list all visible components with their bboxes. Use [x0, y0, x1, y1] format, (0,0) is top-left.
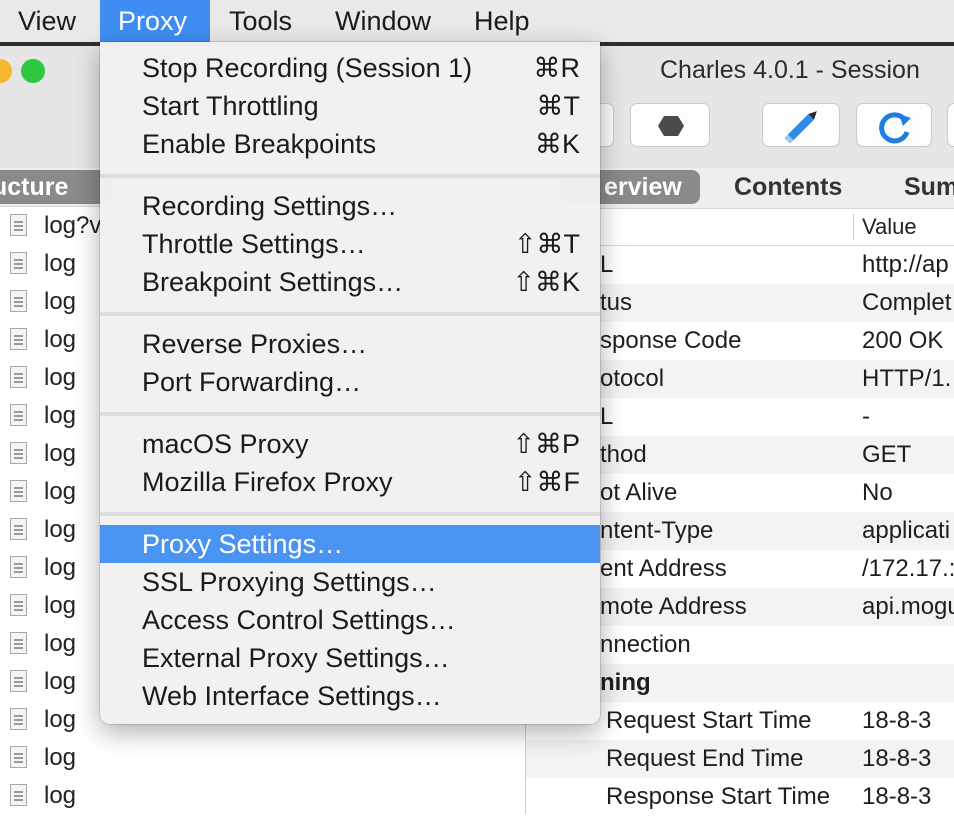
document-icon: [10, 290, 27, 312]
property-row[interactable]: Request End Time 18-8-3: [526, 740, 954, 778]
menu-item-proxy-settings[interactable]: Proxy Settings…: [100, 525, 600, 563]
document-icon: [10, 328, 27, 350]
stop-button[interactable]: [630, 103, 710, 147]
menu-separator: [100, 412, 600, 416]
tab-contents[interactable]: Contents: [734, 170, 842, 204]
menu-item-stop-recording[interactable]: Stop Recording (Session 1) ⌘R: [100, 49, 600, 87]
menu-item-macos-proxy[interactable]: macOS Proxy ⇧⌘P: [100, 425, 600, 463]
stop-hexagon-icon: [658, 116, 684, 136]
document-icon: [10, 442, 27, 464]
document-icon: [10, 594, 27, 616]
document-icon: [10, 784, 27, 806]
document-icon: [10, 708, 27, 730]
menu-item-breakpoint-settings[interactable]: Breakpoint Settings… ⇧⌘K: [100, 263, 600, 301]
column-divider[interactable]: [853, 214, 854, 240]
menu-item-web-interface-settings[interactable]: Web Interface Settings…: [100, 677, 600, 715]
menu-separator: [100, 312, 600, 316]
document-icon: [10, 746, 27, 768]
document-icon: [10, 556, 27, 578]
document-icon: [10, 366, 27, 388]
menu-item-reverse-proxies[interactable]: Reverse Proxies…: [100, 325, 600, 363]
menu-separator: [100, 174, 600, 178]
menu-item-ssl-proxying-settings[interactable]: SSL Proxying Settings…: [100, 563, 600, 601]
refresh-button[interactable]: [856, 103, 932, 147]
menubar-proxy[interactable]: Proxy: [100, 0, 210, 42]
refresh-icon: [879, 112, 911, 144]
document-icon: [10, 404, 27, 426]
menu-item-external-proxy-settings[interactable]: External Proxy Settings…: [100, 639, 600, 677]
document-icon: [10, 214, 27, 236]
menu-bar: View Proxy Tools Window Help: [0, 0, 954, 42]
document-icon: [10, 632, 27, 654]
document-icon: [10, 252, 27, 274]
menu-separator: [100, 512, 600, 516]
document-icon: [10, 670, 27, 692]
proxy-menu-dropdown: Stop Recording (Session 1) ⌘R Start Throt…: [100, 42, 600, 724]
tree-row[interactable]: log: [0, 740, 525, 778]
tab-structure[interactable]: ucture: [0, 170, 112, 204]
menu-item-enable-breakpoints[interactable]: Enable Breakpoints ⌘K: [100, 125, 600, 163]
menubar-help[interactable]: Help: [456, 0, 548, 42]
document-icon: [10, 480, 27, 502]
toolbar-button-partial-right[interactable]: [947, 103, 954, 147]
value-column-header[interactable]: Value: [862, 212, 917, 242]
menu-item-access-control-settings[interactable]: Access Control Settings…: [100, 601, 600, 639]
window-title: Charles 4.0.1 - Session: [660, 56, 920, 84]
menu-item-firefox-proxy[interactable]: Mozilla Firefox Proxy ⇧⌘F: [100, 463, 600, 501]
edit-button[interactable]: [762, 103, 840, 147]
menu-item-start-throttling[interactable]: Start Throttling ⌘T: [100, 87, 600, 125]
menu-item-port-forwarding[interactable]: Port Forwarding…: [100, 363, 600, 401]
pen-icon: [784, 111, 817, 144]
menubar-view[interactable]: View: [0, 0, 94, 42]
tab-summary[interactable]: Sum: [904, 170, 954, 204]
document-icon: [10, 518, 27, 540]
menubar-tools[interactable]: Tools: [211, 0, 310, 42]
property-row[interactable]: Response Start Time 18-8-3: [526, 778, 954, 816]
menu-item-recording-settings[interactable]: Recording Settings…: [100, 187, 600, 225]
tree-row[interactable]: log: [0, 778, 525, 816]
menu-item-throttle-settings[interactable]: Throttle Settings… ⇧⌘T: [100, 225, 600, 263]
menubar-window[interactable]: Window: [317, 0, 449, 42]
zoom-window-button[interactable]: [21, 59, 45, 83]
